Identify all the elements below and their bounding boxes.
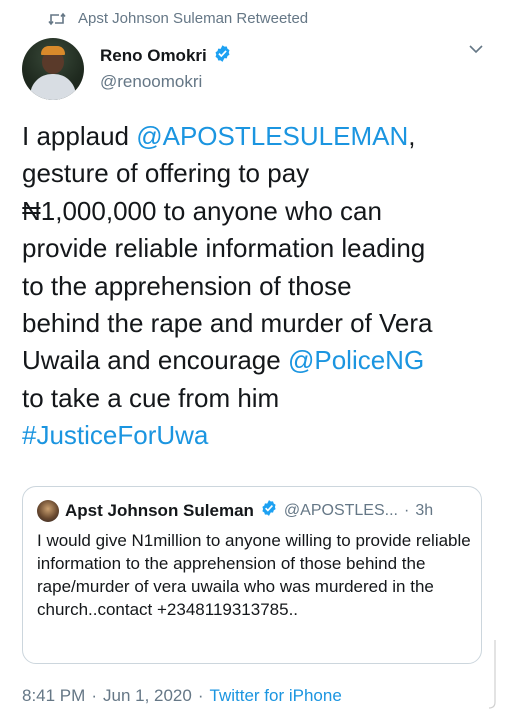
- separator-dot: ·: [403, 501, 410, 519]
- tweet-time: 8:41 PM: [22, 686, 86, 705]
- retweet-indicator[interactable]: Apst Johnson Suleman Retweeted: [48, 10, 308, 27]
- tweet-text-segment: , gesture of offering to pay ₦1,000,000 …: [22, 121, 433, 376]
- author-display-name[interactable]: Reno Omokri: [100, 46, 207, 66]
- quoted-tweet-text: I would give N1million to anyone willing…: [37, 531, 471, 619]
- quoted-time: 3h: [415, 501, 434, 519]
- tweet-meta: 8:41 PM · Jun 1, 2020 · Twitter for iPho…: [22, 686, 342, 706]
- retweet-icon: [48, 12, 66, 26]
- tweet-text-segment: I applaud: [22, 121, 137, 151]
- verified-badge-icon: [260, 499, 278, 522]
- quoted-tweet-card[interactable]: Apst Johnson Suleman @APOSTLES... · 3h I…: [22, 486, 482, 664]
- hashtag-link[interactable]: #JusticeForUwa: [22, 420, 208, 450]
- chevron-down-icon[interactable]: [467, 42, 485, 60]
- separator-dot: ·: [91, 686, 97, 705]
- scrollbar-thumb[interactable]: [483, 640, 497, 710]
- quoted-handle: @APOSTLES...: [283, 501, 398, 519]
- tweet-text: I applaud @APOSTLESULEMAN, gesture of of…: [22, 118, 492, 455]
- client-link[interactable]: Twitter for iPhone: [210, 686, 342, 706]
- verified-badge-icon: [213, 44, 232, 68]
- retweet-label: Apst Johnson Suleman Retweeted: [78, 10, 309, 27]
- avatar[interactable]: [22, 38, 84, 100]
- tweet-date: Jun 1, 2020: [102, 686, 192, 705]
- mention-link[interactable]: @PoliceNG: [288, 345, 424, 375]
- author-handle[interactable]: @renoomokri: [100, 72, 485, 92]
- separator-dot: ·: [197, 686, 204, 705]
- author-info: Reno Omokri @renoomokri: [100, 44, 485, 92]
- tweet-header: Reno Omokri @renoomokri: [22, 38, 485, 100]
- quoted-tweet-header: Apst Johnson Suleman @APOSTLES... · 3h: [37, 499, 467, 522]
- quoted-avatar: [37, 499, 59, 522]
- quoted-display-name: Apst Johnson Suleman: [65, 500, 254, 520]
- mention-link[interactable]: @APOSTLESULEMAN: [136, 121, 408, 151]
- tweet-text-segment: to take a cue from him: [22, 382, 280, 413]
